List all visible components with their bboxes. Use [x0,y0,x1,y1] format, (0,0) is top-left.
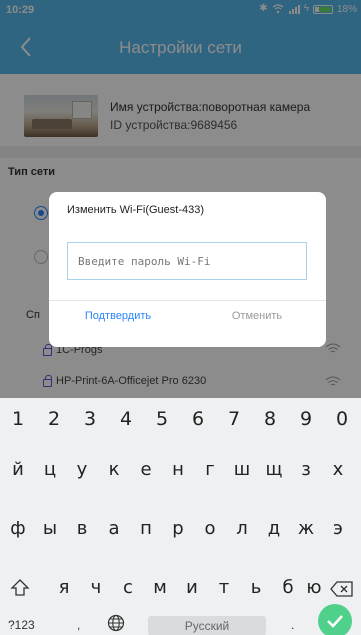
change-wifi-dialog: Изменить Wi-Fi(Guest-433) Подтвердить От… [49,192,326,347]
key[interactable]: е [130,453,162,485]
backspace-icon[interactable] [330,580,354,598]
dialog-title: Изменить Wi-Fi(Guest-433) [67,204,205,216]
key[interactable]: э [322,512,354,544]
key[interactable]: н [162,453,194,485]
key[interactable]: х [322,453,354,485]
key[interactable]: щ [258,453,290,485]
key[interactable]: и [176,571,208,603]
globe-icon[interactable] [107,614,125,632]
space-key[interactable]: Русский [148,616,266,635]
key[interactable]: у [66,453,98,485]
key[interactable]: 4 [108,404,144,434]
key[interactable]: ы [34,512,66,544]
key[interactable]: г [194,453,226,485]
key[interactable]: в [66,512,98,544]
symbols-key[interactable]: ?123 [8,618,35,632]
key[interactable]: о [194,512,226,544]
key[interactable]: д [258,512,290,544]
shift-icon[interactable] [10,578,30,598]
comma-key[interactable]: , [77,618,80,632]
period-key[interactable]: . [291,618,294,632]
wifi-password-input[interactable] [67,242,307,280]
key[interactable]: 8 [252,404,288,434]
key[interactable]: ш [226,453,258,485]
key[interactable]: 6 [180,404,216,434]
key[interactable]: к [98,453,130,485]
key[interactable]: ж [290,512,322,544]
key[interactable]: й [2,453,34,485]
key[interactable]: р [162,512,194,544]
dialog-divider [49,300,326,301]
key[interactable]: с [112,571,144,603]
key[interactable]: ь [240,571,272,603]
key[interactable]: ю [298,571,330,603]
key[interactable]: 3 [72,404,108,434]
key[interactable]: з [290,453,322,485]
key[interactable]: 9 [288,404,324,434]
key[interactable]: п [130,512,162,544]
key[interactable]: ч [80,571,112,603]
key[interactable]: л [226,512,258,544]
key[interactable]: м [144,571,176,603]
key[interactable]: 0 [324,404,360,434]
confirm-button[interactable]: Подтвердить [49,310,187,322]
key[interactable]: 2 [36,404,72,434]
key[interactable]: ф [2,512,34,544]
key[interactable]: 7 [216,404,252,434]
key[interactable]: 5 [144,404,180,434]
cancel-button[interactable]: Отменить [188,310,326,322]
checkmark-icon [327,615,343,628]
key[interactable]: т [208,571,240,603]
key[interactable]: я [48,571,80,603]
enter-key[interactable] [318,604,352,635]
key[interactable]: ц [34,453,66,485]
key[interactable]: 1 [0,404,36,434]
key[interactable]: а [98,512,130,544]
soft-keyboard: 1 2 3 4 5 6 7 8 9 0 й ц у к е н г ш щ з … [0,398,361,635]
